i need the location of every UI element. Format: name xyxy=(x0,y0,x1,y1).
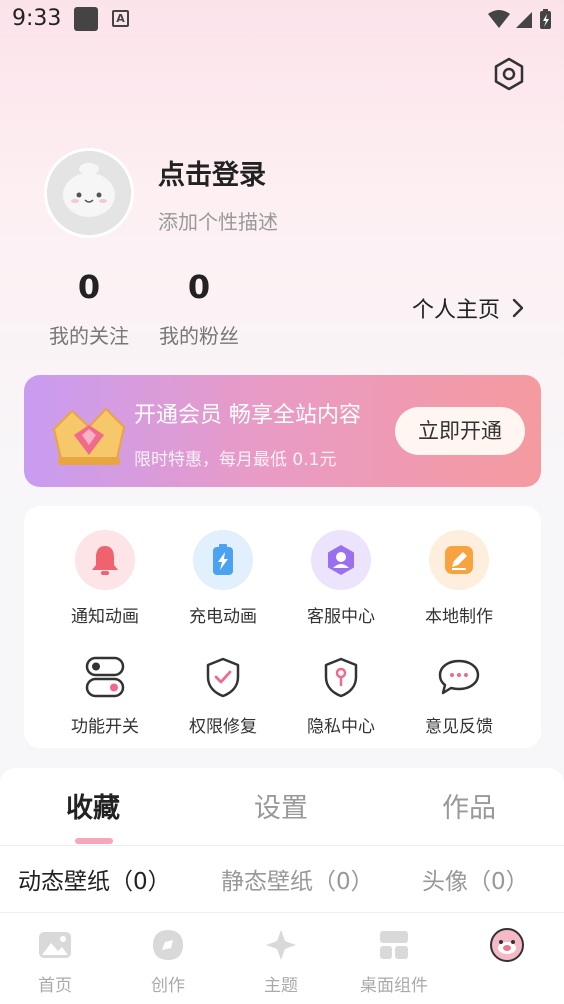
grid-item-permission-repair[interactable]: 权限修复 xyxy=(164,654,282,737)
homepage-label: 个人主页 xyxy=(412,298,501,323)
nav-label: 创作 xyxy=(151,976,185,996)
subtab-static-wallpaper[interactable]: 静态壁纸（0） xyxy=(221,862,374,896)
grid-item-local-create[interactable]: 本地制作 xyxy=(400,530,518,627)
profile-description[interactable]: 添加个性描述 xyxy=(158,206,278,235)
grid-label: 功能开关 xyxy=(71,717,139,737)
nav-mine[interactable] xyxy=(452,927,562,963)
status-time: 9:33 xyxy=(12,6,62,31)
chat-bubble-icon xyxy=(429,654,489,700)
following-count: 0 xyxy=(77,268,101,306)
tab-works[interactable]: 作品 xyxy=(442,786,496,825)
nav-label: 主题 xyxy=(264,976,298,996)
pen-edit-icon xyxy=(429,530,489,590)
nav-widgets[interactable]: 桌面组件 xyxy=(339,927,449,996)
nav-home[interactable]: 首页 xyxy=(0,927,110,996)
following-stat[interactable]: 0 我的关注 xyxy=(34,268,144,349)
nav-label: 首页 xyxy=(38,976,72,996)
create-icon xyxy=(150,927,186,963)
vip-open-button[interactable]: 立即开通 xyxy=(395,407,525,455)
widget-icon xyxy=(376,927,412,963)
subtab-avatar[interactable]: 头像（0） xyxy=(422,862,529,896)
nav-label: 桌面组件 xyxy=(360,976,428,996)
tab-divider xyxy=(0,845,564,846)
login-prompt[interactable]: 点击登录 xyxy=(158,153,266,192)
grid-item-charge-animation[interactable]: 充电动画 xyxy=(164,530,282,627)
content-tabs-panel: 收藏 设置 作品 动态壁纸（0） 静态壁纸（0） 头像（0） xyxy=(0,768,564,928)
active-tab-indicator xyxy=(75,838,113,844)
shield-lock-icon xyxy=(311,654,371,700)
feature-grid: 通知动画 充电动画 客服中心 本地制作 功能开关 权限修复 隐私中心 意见反馈 xyxy=(24,506,541,748)
bottom-navigation: 首页 创作 主题 桌面组件 xyxy=(0,912,564,1004)
tab-settings[interactable]: 设置 xyxy=(254,786,308,825)
vip-title: 开通会员 畅享全站内容 xyxy=(134,403,361,428)
grid-label: 客服中心 xyxy=(307,607,375,627)
grid-item-feature-switch[interactable]: 功能开关 xyxy=(46,654,164,737)
image-icon xyxy=(37,927,73,963)
grid-item-notify-animation[interactable]: 通知动画 xyxy=(46,530,164,627)
grid-label: 通知动画 xyxy=(71,607,139,627)
avatar[interactable] xyxy=(44,148,134,238)
battery-charge-icon xyxy=(193,530,253,590)
toggle-switch-icon xyxy=(75,654,135,700)
default-avatar-icon xyxy=(47,151,131,235)
signal-battery-icon xyxy=(488,9,551,29)
status-bar: 9:33 A xyxy=(0,0,564,38)
grid-label: 意见反馈 xyxy=(425,717,493,737)
subtab-live-wallpaper[interactable]: 动态壁纸（0） xyxy=(18,862,171,896)
grid-label: 本地制作 xyxy=(425,607,493,627)
fans-label: 我的粉丝 xyxy=(159,324,239,348)
settings-hexagon-icon[interactable] xyxy=(491,56,527,92)
keyboard-a-icon: A xyxy=(112,10,129,27)
chevron-right-icon xyxy=(512,298,524,318)
nav-theme[interactable]: 主题 xyxy=(226,927,336,996)
shield-check-icon xyxy=(193,654,253,700)
grid-label: 隐私中心 xyxy=(307,717,375,737)
tab-favorites[interactable]: 收藏 xyxy=(66,786,120,825)
following-label: 我的关注 xyxy=(49,324,129,348)
personal-homepage-link[interactable]: 个人主页 xyxy=(412,292,526,324)
fans-count: 0 xyxy=(187,268,211,306)
grid-label: 充电动画 xyxy=(189,607,257,627)
nav-create[interactable]: 创作 xyxy=(113,927,223,996)
mine-avatar-icon xyxy=(489,927,525,963)
grid-item-customer-service[interactable]: 客服中心 xyxy=(282,530,400,627)
fans-stat[interactable]: 0 我的粉丝 xyxy=(144,268,254,349)
theme-star-icon xyxy=(263,927,299,963)
vip-banner[interactable]: 开通会员 畅享全站内容 限时特惠，每月最低 0.1元 立即开通 xyxy=(24,375,541,487)
vip-crown-icon xyxy=(52,407,126,465)
grid-item-feedback[interactable]: 意见反馈 xyxy=(400,654,518,737)
notification-app-icon xyxy=(74,7,98,31)
grid-item-privacy-center[interactable]: 隐私中心 xyxy=(282,654,400,737)
customer-service-icon xyxy=(311,530,371,590)
bell-icon xyxy=(75,530,135,590)
vip-subtitle: 限时特惠，每月最低 0.1元 xyxy=(134,450,337,470)
grid-label: 权限修复 xyxy=(189,717,257,737)
